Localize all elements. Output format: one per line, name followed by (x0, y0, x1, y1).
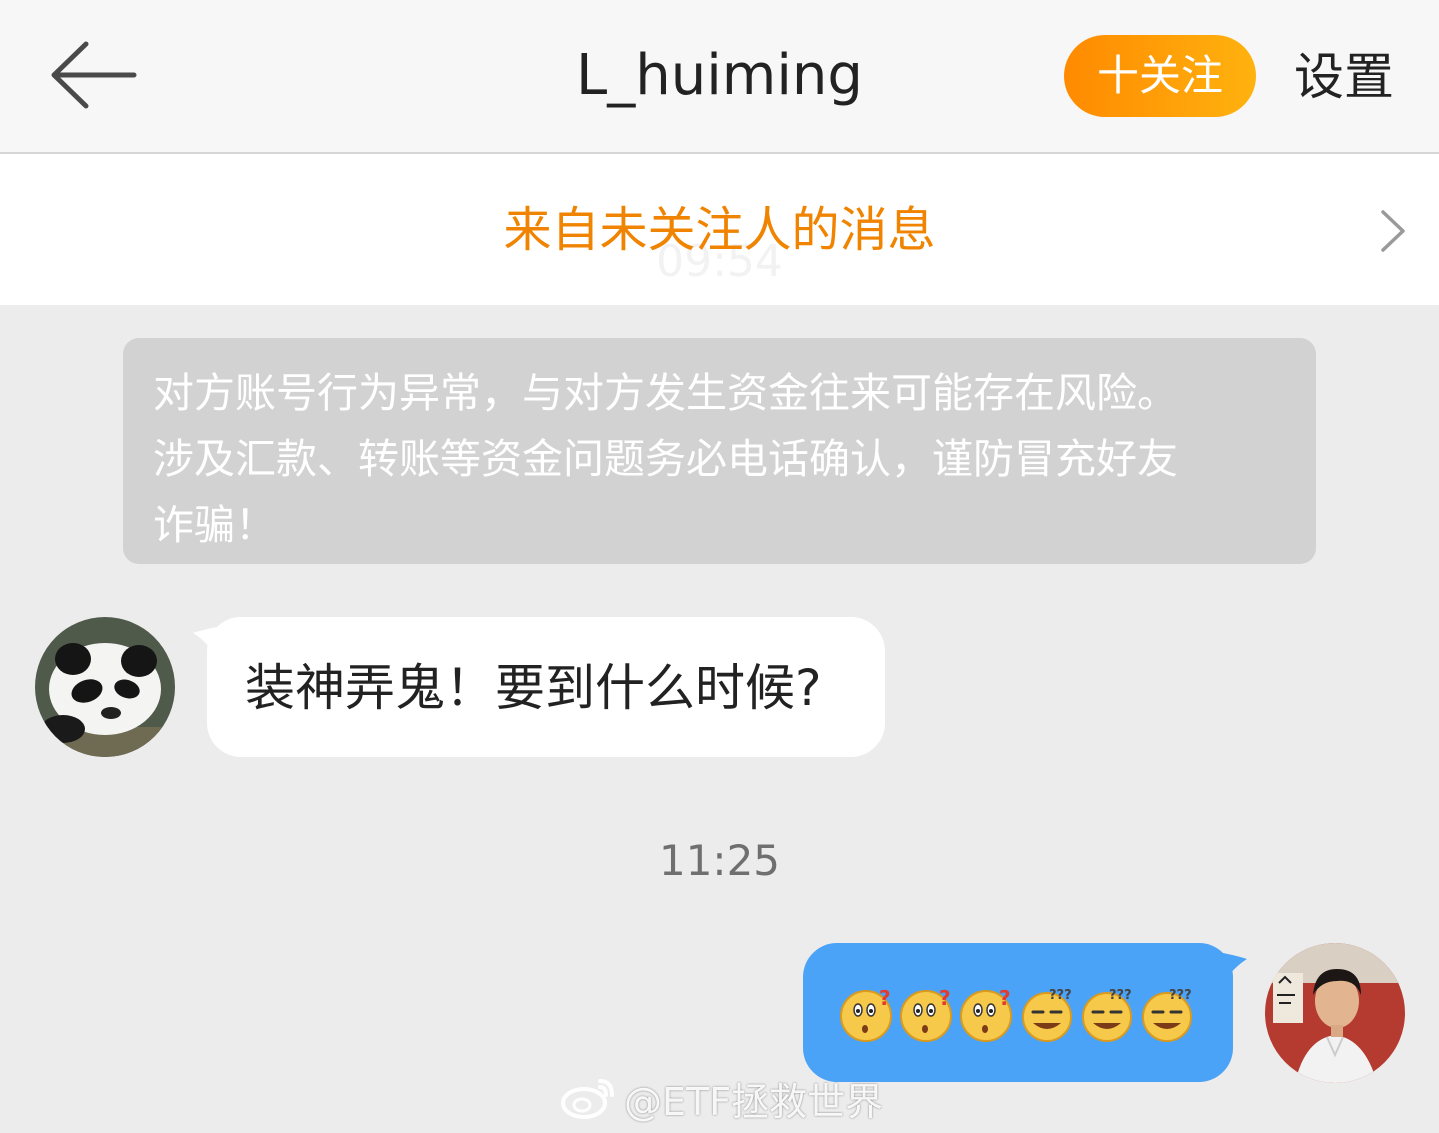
dizzy-grin-emoji-icon: ??? (1022, 988, 1072, 1042)
bubble-tail (1223, 953, 1247, 981)
svg-text:???: ??? (1109, 988, 1132, 1003)
warning-line: 对方账号行为异常，与对方发生资金往来可能存在风险。 (153, 369, 1178, 417)
confused-emoji-icon: ? (900, 986, 952, 1042)
emoji-row: ? ? ? ??? ??? ??? (839, 985, 1199, 1043)
weibo-watermark: @ETF拯救世界 (560, 1070, 883, 1126)
dizzy-grin-emoji-icon: ??? (1142, 988, 1192, 1042)
watermark-text: @ETF拯救世界 (624, 1079, 884, 1124)
man-photo-avatar[interactable] (1265, 943, 1405, 1083)
weibo-logo-icon (561, 1079, 614, 1119)
settings-button[interactable]: 设置 (1294, 42, 1394, 112)
confused-emoji-icon: ? (840, 986, 892, 1042)
unfollowed-messages-label: 来自未关注人的消息 (503, 202, 936, 258)
unfollowed-messages-banner[interactable]: 09:54 来自未关注人的消息 (0, 154, 1439, 305)
svg-text:???: ??? (1169, 988, 1192, 1003)
confused-emoji-icon: ? (960, 986, 1012, 1042)
dizzy-grin-emoji-icon: ??? (1082, 988, 1132, 1042)
top-navigation-bar: L_huiming 十关注 设置 (0, 0, 1439, 154)
message-timestamp: 11:25 (658, 836, 781, 885)
chevron-right-icon (1378, 208, 1408, 254)
svg-text:?: ? (999, 986, 1011, 1010)
follow-button[interactable]: 十关注 (1064, 35, 1256, 117)
risk-warning-box: 对方账号行为异常，与对方发生资金往来可能存在风险。 涉及汇款、转账等资金问题务必… (123, 338, 1316, 564)
panda-avatar[interactable] (35, 617, 175, 757)
svg-text:???: ??? (1049, 988, 1072, 1003)
incoming-message-text: 装神弄鬼！要到什么时候? (245, 659, 822, 717)
outgoing-message-bubble[interactable]: ? ? ? ??? ??? ??? (803, 943, 1247, 1082)
warning-line: 涉及汇款、转账等资金问题务必电话确认，谨防冒充好友 (153, 435, 1178, 483)
svg-text:?: ? (879, 986, 891, 1010)
warning-line: 诈骗！ (153, 501, 276, 549)
svg-text:?: ? (939, 986, 951, 1010)
incoming-message-bubble[interactable]: 装神弄鬼！要到什么时候? (193, 617, 885, 757)
bubble-tail (193, 627, 217, 655)
